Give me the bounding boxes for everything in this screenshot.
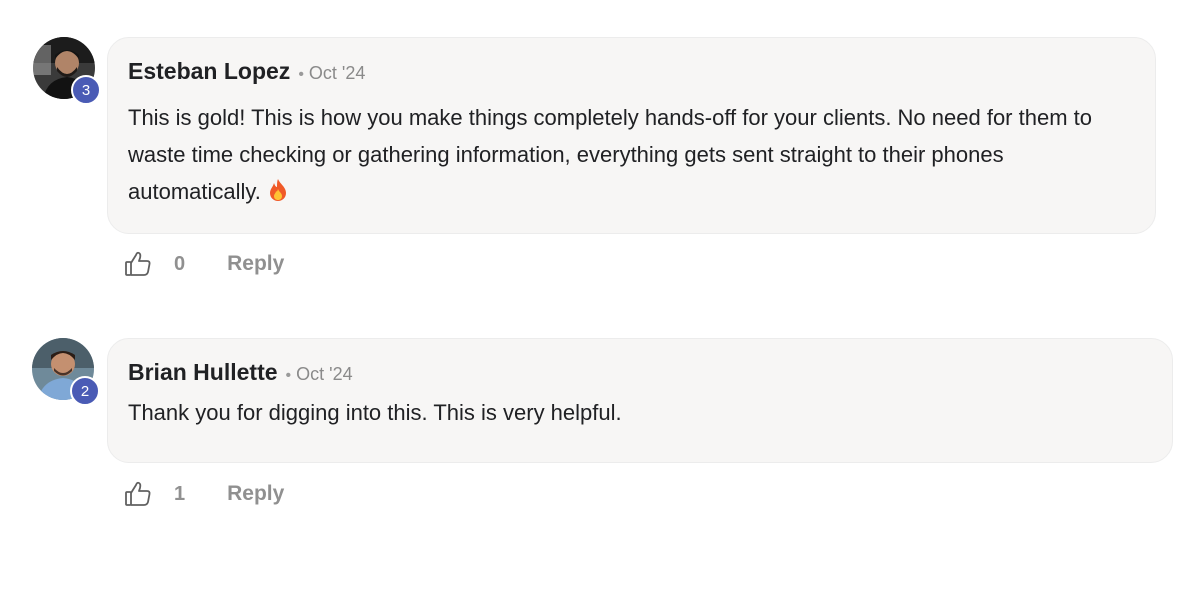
like-count: 1: [174, 482, 186, 505]
comment-text: This is gold! This is how you make thing…: [128, 99, 1135, 213]
meta-separator: •: [285, 367, 292, 384]
level-badge: 3: [71, 75, 101, 105]
level-badge: 2: [70, 376, 100, 406]
author-name[interactable]: Esteban Lopez: [128, 58, 290, 85]
comment-text: Thank you for digging into this. This is…: [128, 394, 1152, 431]
comment-header: Esteban Lopez • Oct '24: [128, 58, 1135, 85]
comment-actions: 1 Reply: [124, 480, 284, 508]
reply-button[interactable]: Reply: [227, 482, 284, 506]
comment-date: Oct '24: [308, 63, 366, 83]
comment-bubble: Esteban Lopez • Oct '24 This is gold! Th…: [107, 37, 1156, 234]
comment-date: Oct '24: [296, 364, 353, 384]
avatar[interactable]: 3: [33, 37, 101, 105]
avatar[interactable]: 2: [32, 338, 100, 406]
like-count: 0: [174, 252, 186, 275]
comment-text-content: Thank you for digging into this. This is…: [128, 400, 622, 425]
fire-emoji-icon: [267, 176, 289, 213]
thumbs-up-icon[interactable]: [124, 250, 152, 278]
comment-header: Brian Hullette • Oct '24: [128, 359, 1152, 386]
thumbs-up-icon[interactable]: [124, 480, 152, 508]
reply-button[interactable]: Reply: [227, 252, 284, 276]
comment-actions: 0 Reply: [124, 250, 284, 278]
author-name[interactable]: Brian Hullette: [128, 359, 278, 386]
meta-separator: •: [298, 66, 304, 83]
comment-bubble: Brian Hullette • Oct '24 Thank you for d…: [107, 338, 1173, 463]
